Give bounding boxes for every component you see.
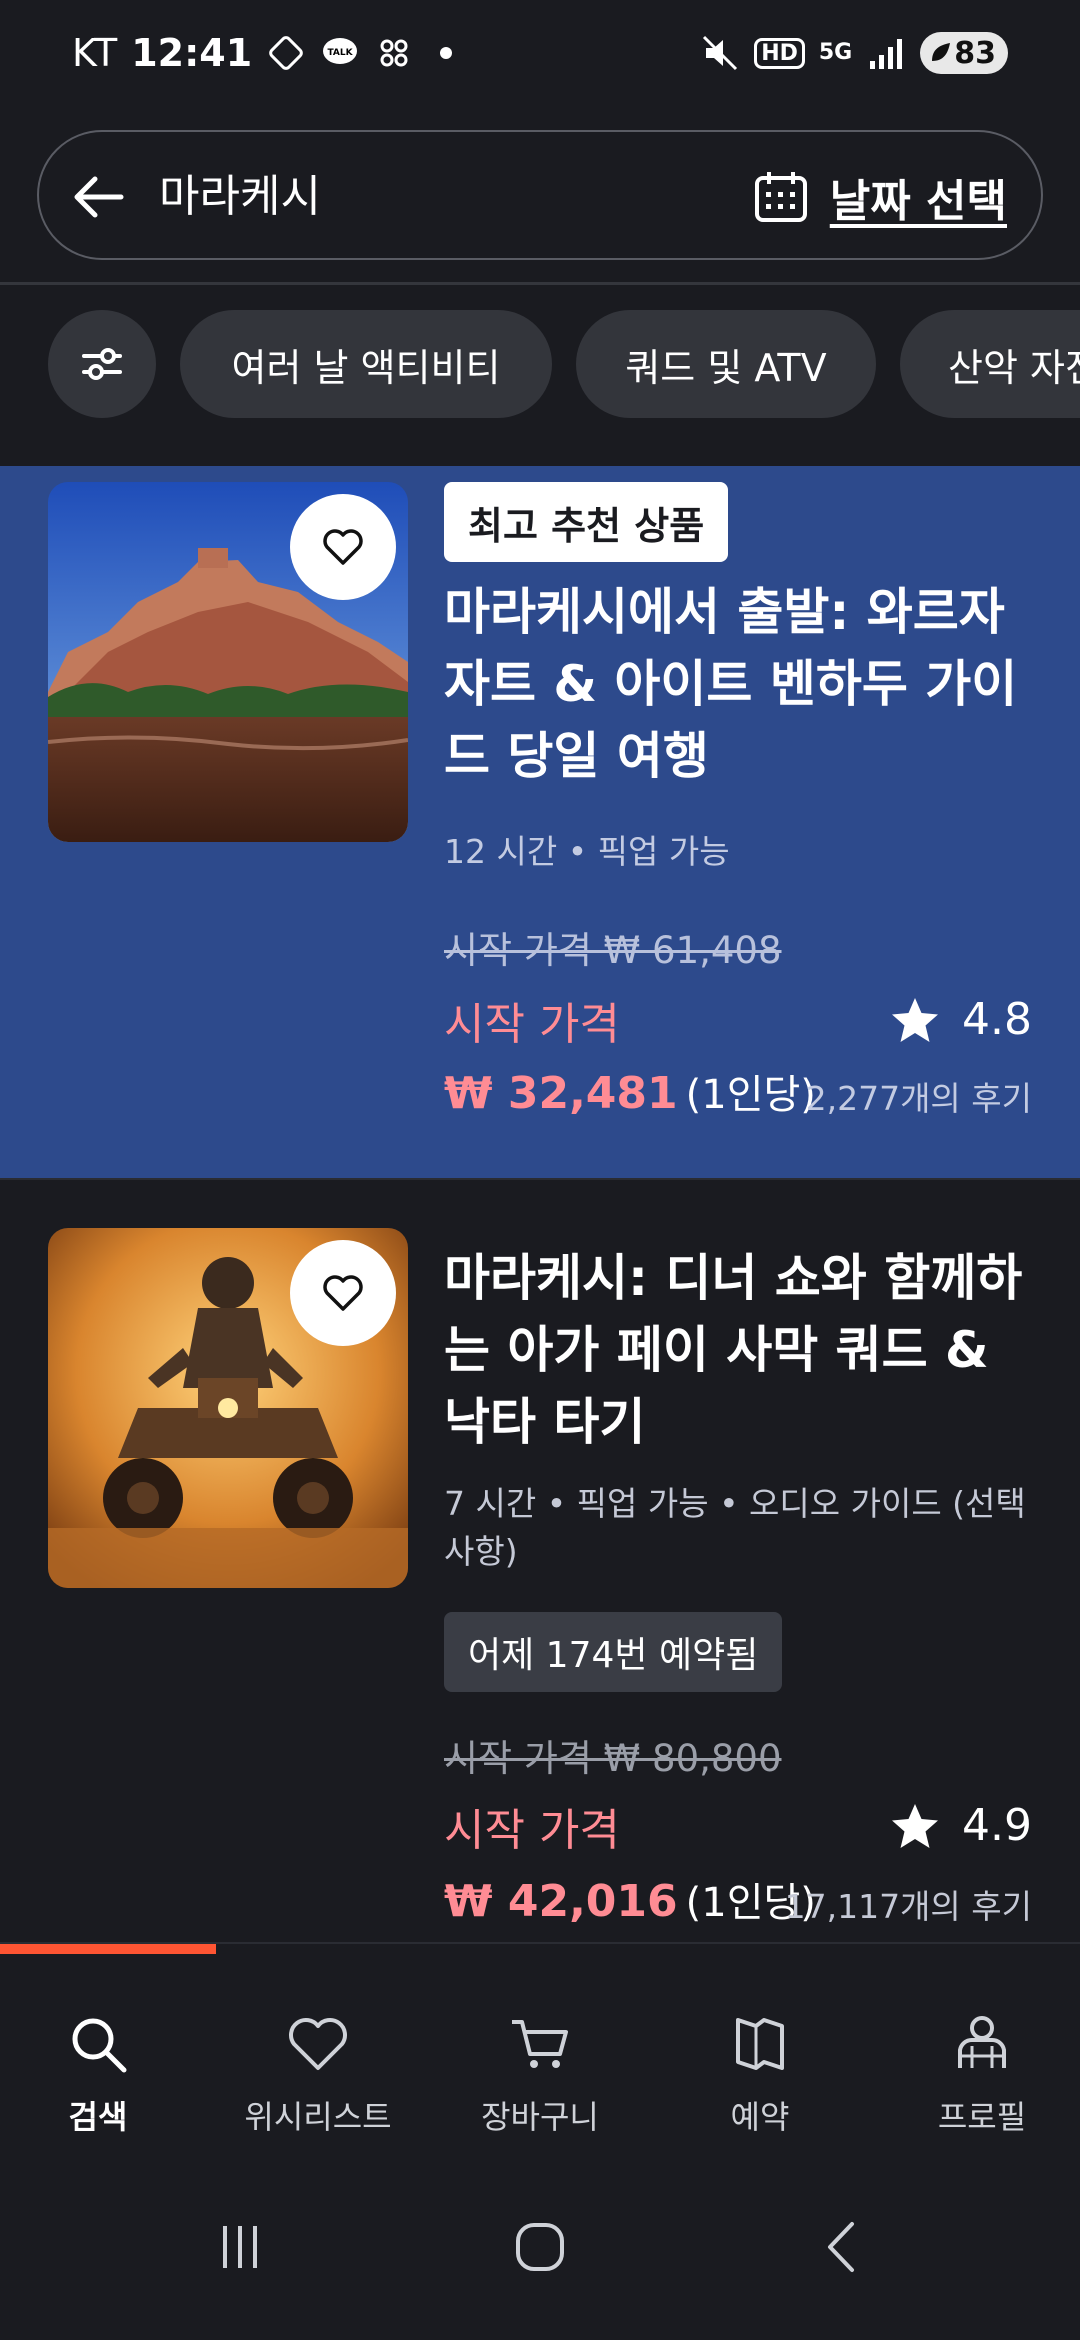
more-notifications-dot (440, 47, 453, 59)
nav-label-search: 검색 (68, 2098, 128, 2136)
activity-card[interactable]: 마라케시: 디너 쇼와 함께하는 아가 페이 사막 쿼드 & 낙타 타기 7 시… (0, 1178, 1080, 1942)
system-navigation-bar (0, 2150, 1080, 2340)
battery-indicator: 83 (920, 32, 1008, 74)
battery-level: 83 (954, 35, 996, 71)
activity-card[interactable]: 최고 추천 상품 마라케시에서 출발: 와르자자트 & 아이트 벤하두 가이드 … (0, 466, 1080, 1178)
bottom-navigation: 검색 위시리스트 장바구니 예약 프로필 (0, 1954, 1080, 2150)
power-saving-icon (932, 43, 951, 61)
review-count: 2,277개의 후기 (805, 1079, 1032, 1118)
price-from-label: 시작 가격 (444, 999, 620, 1050)
search-term[interactable]: 마라케시 (159, 167, 321, 227)
mute-icon (703, 35, 738, 71)
heart-icon (289, 2018, 347, 2070)
top-pick-badge: 최고 추천 상품 (444, 482, 729, 562)
recent-apps-icon[interactable] (205, 2212, 275, 2282)
nav-search[interactable]: 검색 (0, 2010, 208, 2138)
sliders-icon (82, 348, 122, 380)
chip-multi-day[interactable]: 여러 날 액티비티 (180, 310, 552, 418)
rating: 4.9 (890, 1800, 1032, 1851)
header-divider (0, 282, 1080, 285)
rating: 4.8 (890, 994, 1032, 1045)
cart-icon (512, 2020, 568, 2068)
status-bar: KT 12:41 TALK HD 5G 83 (0, 0, 1080, 110)
network-type: 5G (818, 40, 853, 65)
back-arrow-icon[interactable] (69, 167, 129, 227)
price-row: ₩ 32,481 (1인당) (444, 1062, 816, 1120)
rating-value: 4.8 (962, 994, 1032, 1045)
booked-badge: 어제 174번 예약됨 (444, 1612, 783, 1692)
sale-price: ₩ 42,016 (444, 1876, 678, 1927)
ticket-icon (736, 2018, 784, 2070)
back-icon[interactable] (808, 2212, 878, 2282)
profile-icon (958, 2016, 1006, 2068)
carrier-label: KT (72, 31, 118, 75)
heart-icon (323, 529, 363, 565)
scroll-progress-fill (0, 1944, 216, 1954)
hd-voice-indicator: HD (754, 37, 805, 69)
nav-cart[interactable]: 장바구니 (430, 2010, 650, 2138)
talk-icon: TALK (323, 38, 358, 64)
calendar-icon (754, 172, 807, 222)
star-icon (892, 1803, 939, 1848)
rating-value: 4.9 (962, 1800, 1032, 1851)
svg-text:TALK: TALK (328, 48, 354, 58)
app-notification-icon (269, 36, 303, 70)
filter-settings-button[interactable] (48, 310, 156, 418)
price-from-label: 시작 가격 (444, 1805, 620, 1856)
activity-image (48, 1228, 408, 1588)
date-select-label: 날짜 선택 (829, 176, 1007, 227)
search-bar[interactable]: 마라케시 날짜 선택 (37, 130, 1043, 260)
wishlist-button[interactable] (290, 1240, 396, 1346)
activity-title[interactable]: 마라케시: 디너 쇼와 함께하는 아가 페이 사막 쿼드 & 낙타 타기 (444, 1242, 1044, 1458)
filter-chips: 여러 날 액티비티 쿼드 및 ATV 산악 자전거 (0, 306, 1080, 418)
original-price: 시작 가격 ₩ 61,408 (444, 929, 782, 972)
grid-notification-icon (380, 39, 408, 67)
scroll-progress-bar (0, 1942, 1080, 1954)
activity-meta: 12 시간 • 픽업 가능 (444, 832, 730, 871)
home-icon[interactable] (505, 2212, 575, 2282)
nav-bookings[interactable]: 예약 (650, 2010, 870, 2138)
signal-icon (870, 39, 903, 69)
activity-meta: 7 시간 • 픽업 가능 • 오디오 가이드 (선택 사항) (444, 1484, 1026, 1571)
activity-image (48, 482, 408, 842)
sale-price: ₩ 32,481 (444, 1068, 678, 1119)
heart-icon (323, 1275, 363, 1311)
per-person-label: (1인당) (685, 1072, 816, 1118)
price-row: ₩ 42,016 (1인당) (444, 1870, 816, 1928)
review-count: 17,117개의 후기 (784, 1887, 1032, 1926)
nav-label-cart: 장바구니 (481, 2098, 599, 2136)
activity-title[interactable]: 마라케시에서 출발: 와르자자트 & 아이트 벤하두 가이드 당일 여행 (444, 576, 1044, 792)
clock: 12:41 (131, 31, 253, 75)
chip-quad-atv[interactable]: 쿼드 및 ATV (576, 310, 876, 418)
original-price: 시작 가격 ₩ 80,800 (444, 1737, 782, 1780)
nav-wishlist[interactable]: 위시리스트 (208, 2010, 428, 2138)
nav-profile[interactable]: 프로필 (872, 2010, 1080, 2138)
wishlist-button[interactable] (290, 494, 396, 600)
nav-label-wishlist: 위시리스트 (244, 2098, 392, 2136)
nav-label-profile: 프로필 (937, 2098, 1027, 2136)
star-icon (892, 997, 939, 1042)
nav-label-bookings: 예약 (730, 2098, 790, 2136)
search-icon (72, 2018, 127, 2073)
date-select-button[interactable]: 날짜 선택 (752, 164, 1007, 230)
chip-mountain-bike[interactable]: 산악 자전거 (900, 310, 1080, 418)
